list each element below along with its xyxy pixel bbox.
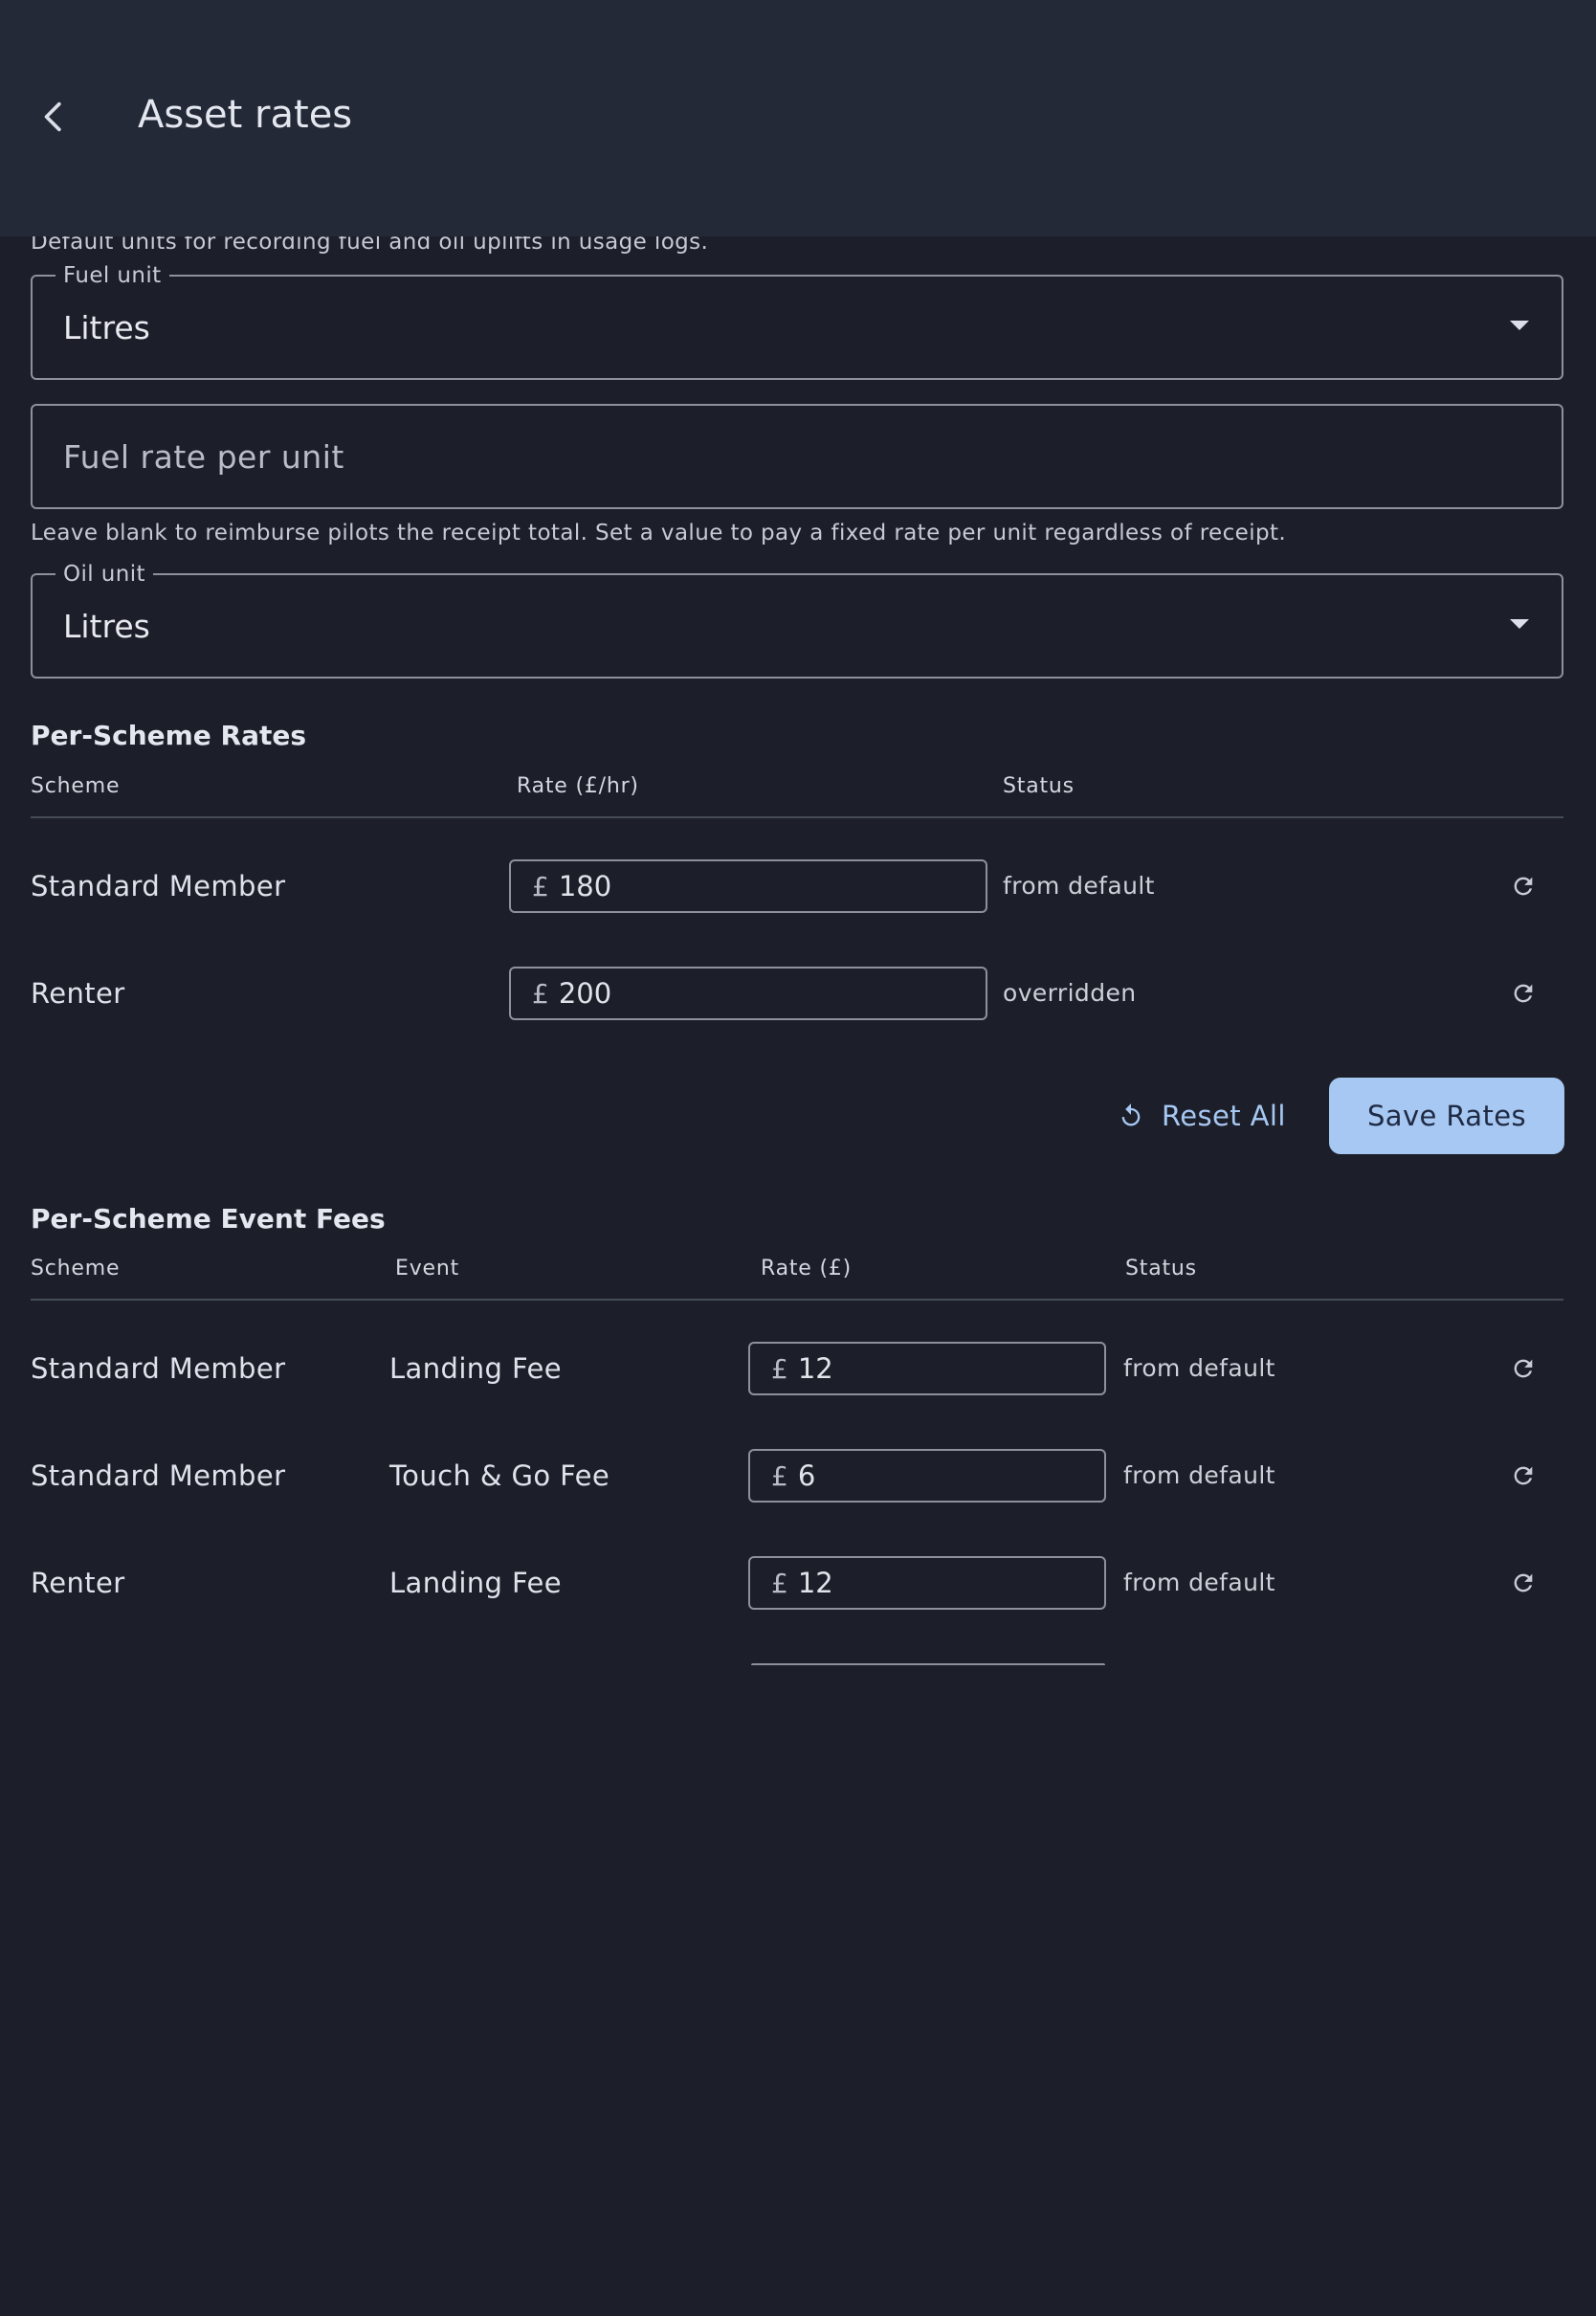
scheme-name: Renter <box>31 1567 125 1599</box>
fee-input[interactable]: £ 12 <box>748 1556 1106 1610</box>
fee-value: 12 <box>797 1567 833 1599</box>
scheme-rates-title: Per-Scheme Rates <box>31 720 307 751</box>
column-header-event: Event <box>395 1257 460 1280</box>
currency-prefix: £ <box>771 1352 788 1385</box>
status-text: from default <box>1123 1461 1275 1489</box>
event-fees-title: Per-Scheme Event Fees <box>31 1203 386 1235</box>
status-text: from default <box>1123 1354 1275 1382</box>
back-button[interactable] <box>23 86 84 147</box>
scheme-name: Renter <box>31 977 125 1010</box>
currency-prefix: £ <box>532 870 549 902</box>
chevron-left-icon <box>44 101 61 132</box>
rate-input[interactable]: £ 180 <box>509 859 987 913</box>
clipped-fee-input-edge <box>751 1663 1105 1665</box>
currency-prefix: £ <box>532 977 549 1010</box>
scheme-name: Standard Member <box>31 870 286 902</box>
reset-row-button[interactable] <box>1502 865 1544 907</box>
dropdown-arrow-icon <box>1510 619 1529 629</box>
page-title: Asset rates <box>138 93 353 137</box>
column-header-scheme: Scheme <box>31 1257 121 1280</box>
table-divider <box>31 816 1563 818</box>
oil-unit-value: Litres <box>63 608 150 645</box>
event-name: Landing Fee <box>389 1567 562 1599</box>
status-text: overridden <box>1003 979 1137 1007</box>
save-rates-button[interactable]: Save Rates <box>1329 1078 1564 1154</box>
refresh-icon <box>1514 1573 1533 1592</box>
scheme-name: Standard Member <box>31 1459 286 1492</box>
rate-value: 180 <box>558 870 612 902</box>
oil-unit-select[interactable]: Oil unit Litres <box>31 561 1563 679</box>
fuel-rate-helper-text: Leave blank to reimburse pilots the rece… <box>31 521 1287 546</box>
reset-row-button[interactable] <box>1502 1562 1544 1604</box>
event-name: Touch & Go Fee <box>389 1459 610 1492</box>
dropdown-arrow-icon <box>1510 321 1529 330</box>
refresh-icon <box>1514 877 1533 896</box>
refresh-icon <box>1514 984 1533 1003</box>
oil-unit-label: Oil unit <box>55 561 153 588</box>
scheme-name: Standard Member <box>31 1352 286 1385</box>
fee-value: 6 <box>797 1459 816 1492</box>
currency-prefix: £ <box>771 1567 788 1599</box>
rate-input[interactable]: £ 200 <box>509 967 987 1020</box>
fee-input[interactable]: £ 6 <box>748 1449 1106 1503</box>
fuel-unit-select[interactable]: Fuel unit Litres <box>31 262 1563 380</box>
reset-icon <box>1121 1103 1141 1126</box>
fuel-rate-placeholder: Fuel rate per unit <box>63 438 344 476</box>
status-text: from default <box>1003 872 1155 900</box>
reset-all-label: Reset All <box>1162 1100 1286 1132</box>
column-header-status: Status <box>1125 1257 1197 1280</box>
fuel-unit-value: Litres <box>63 309 150 346</box>
reset-row-button[interactable] <box>1502 972 1544 1014</box>
fee-value: 12 <box>797 1352 833 1385</box>
status-text: from default <box>1123 1569 1275 1596</box>
rate-value: 200 <box>558 977 612 1010</box>
column-header-rate: Rate (£) <box>761 1257 853 1280</box>
fuel-unit-label: Fuel unit <box>55 262 169 289</box>
column-header-rate: Rate (£/hr) <box>517 774 639 798</box>
refresh-icon <box>1514 1359 1533 1378</box>
event-name: Landing Fee <box>389 1352 562 1385</box>
reset-row-button[interactable] <box>1502 1347 1544 1390</box>
column-header-scheme: Scheme <box>31 774 121 798</box>
reset-row-button[interactable] <box>1502 1455 1544 1497</box>
fee-input[interactable]: £ 12 <box>748 1342 1106 1395</box>
currency-prefix: £ <box>771 1459 788 1492</box>
table-divider <box>31 1299 1563 1301</box>
column-header-status: Status <box>1003 774 1075 798</box>
app-bar: Asset rates <box>0 0 1596 236</box>
reset-all-button[interactable]: Reset All <box>1118 1087 1286 1145</box>
fuel-rate-input[interactable]: Fuel rate per unit <box>31 404 1563 509</box>
refresh-icon <box>1514 1466 1533 1485</box>
